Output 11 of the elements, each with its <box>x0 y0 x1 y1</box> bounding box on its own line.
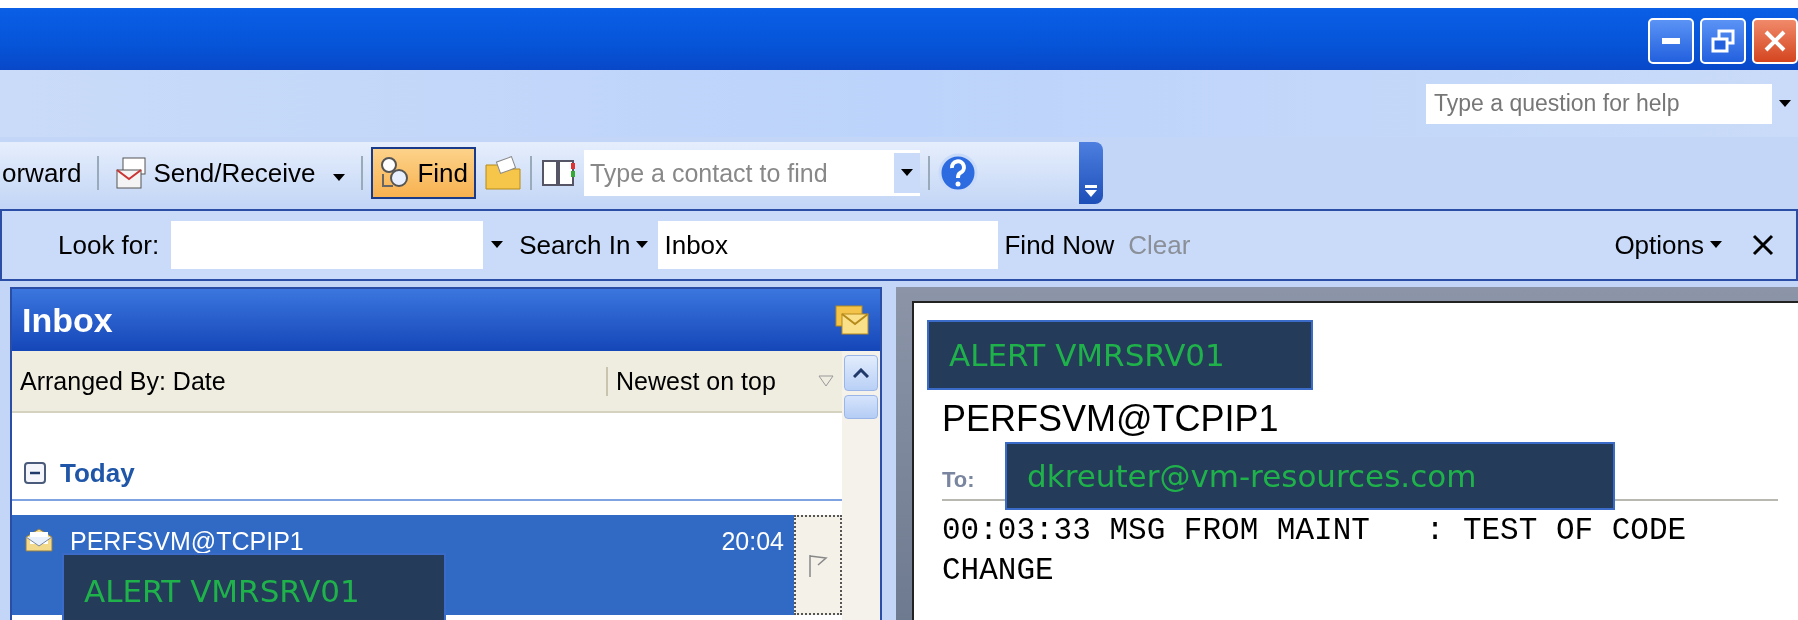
callout-tooltip: ALERT VMRSRV01 <box>927 320 1313 390</box>
message-sender-heading: PERFSVM@TCPIP1 <box>942 401 1279 437</box>
to-label: To: <box>942 467 975 493</box>
group-label: Today <box>60 457 135 489</box>
message-time: 20:04 <box>721 527 784 556</box>
callout-tooltip: ALERT VMRSRV01 <box>62 553 446 620</box>
inbox-title: Inbox <box>22 300 113 340</box>
message-body: 00:03:33 MSG FROM MAINT : TEST OF CODE CHANGE <box>942 512 1688 590</box>
callout-tooltip: dkreuter@vm-resources.com <box>1005 442 1615 510</box>
message-sender: PERFSVM@TCPIP1 <box>70 527 305 556</box>
look-for-label: Look for: <box>58 229 160 261</box>
